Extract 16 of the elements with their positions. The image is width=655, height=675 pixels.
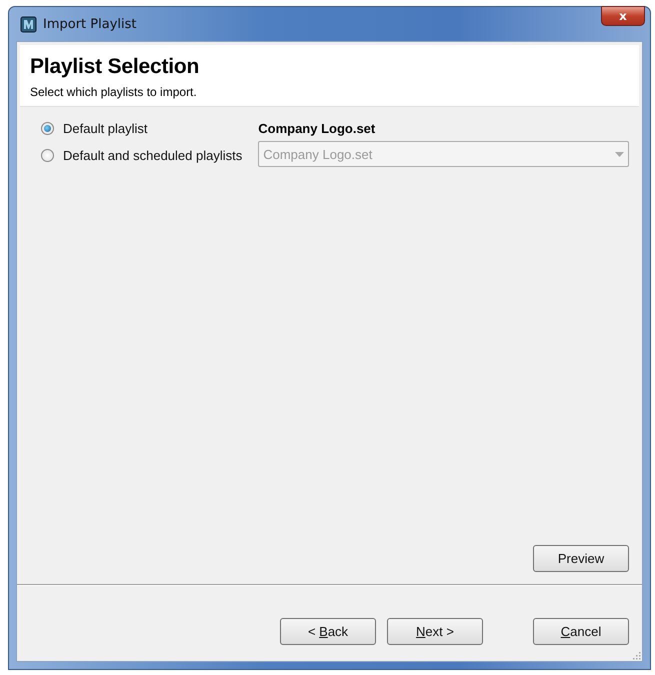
radio-option[interactable]: Default and scheduled playlists [41,148,242,163]
close-button[interactable]: x [601,6,645,26]
wizard-button[interactable]: < Back [280,618,376,645]
wizard-button[interactable]: Next > [387,618,483,645]
playlist-label: Company Logo.set [258,121,376,136]
page-title: Playlist Selection [30,55,200,79]
radio-button[interactable] [41,122,54,135]
dropdown-arrow-icon [615,152,624,156]
radio-button[interactable] [41,149,54,162]
app-icon [20,16,37,32]
resize-grip-icon[interactable] [632,651,641,660]
radio-option[interactable]: Default playlist [41,121,242,136]
page-subtitle: Select which playlists to import. [30,85,198,99]
preview-button[interactable]: Preview [533,545,629,572]
wizard-button[interactable]: Cancel [533,618,629,645]
window-title: Import Playlist [43,16,136,32]
